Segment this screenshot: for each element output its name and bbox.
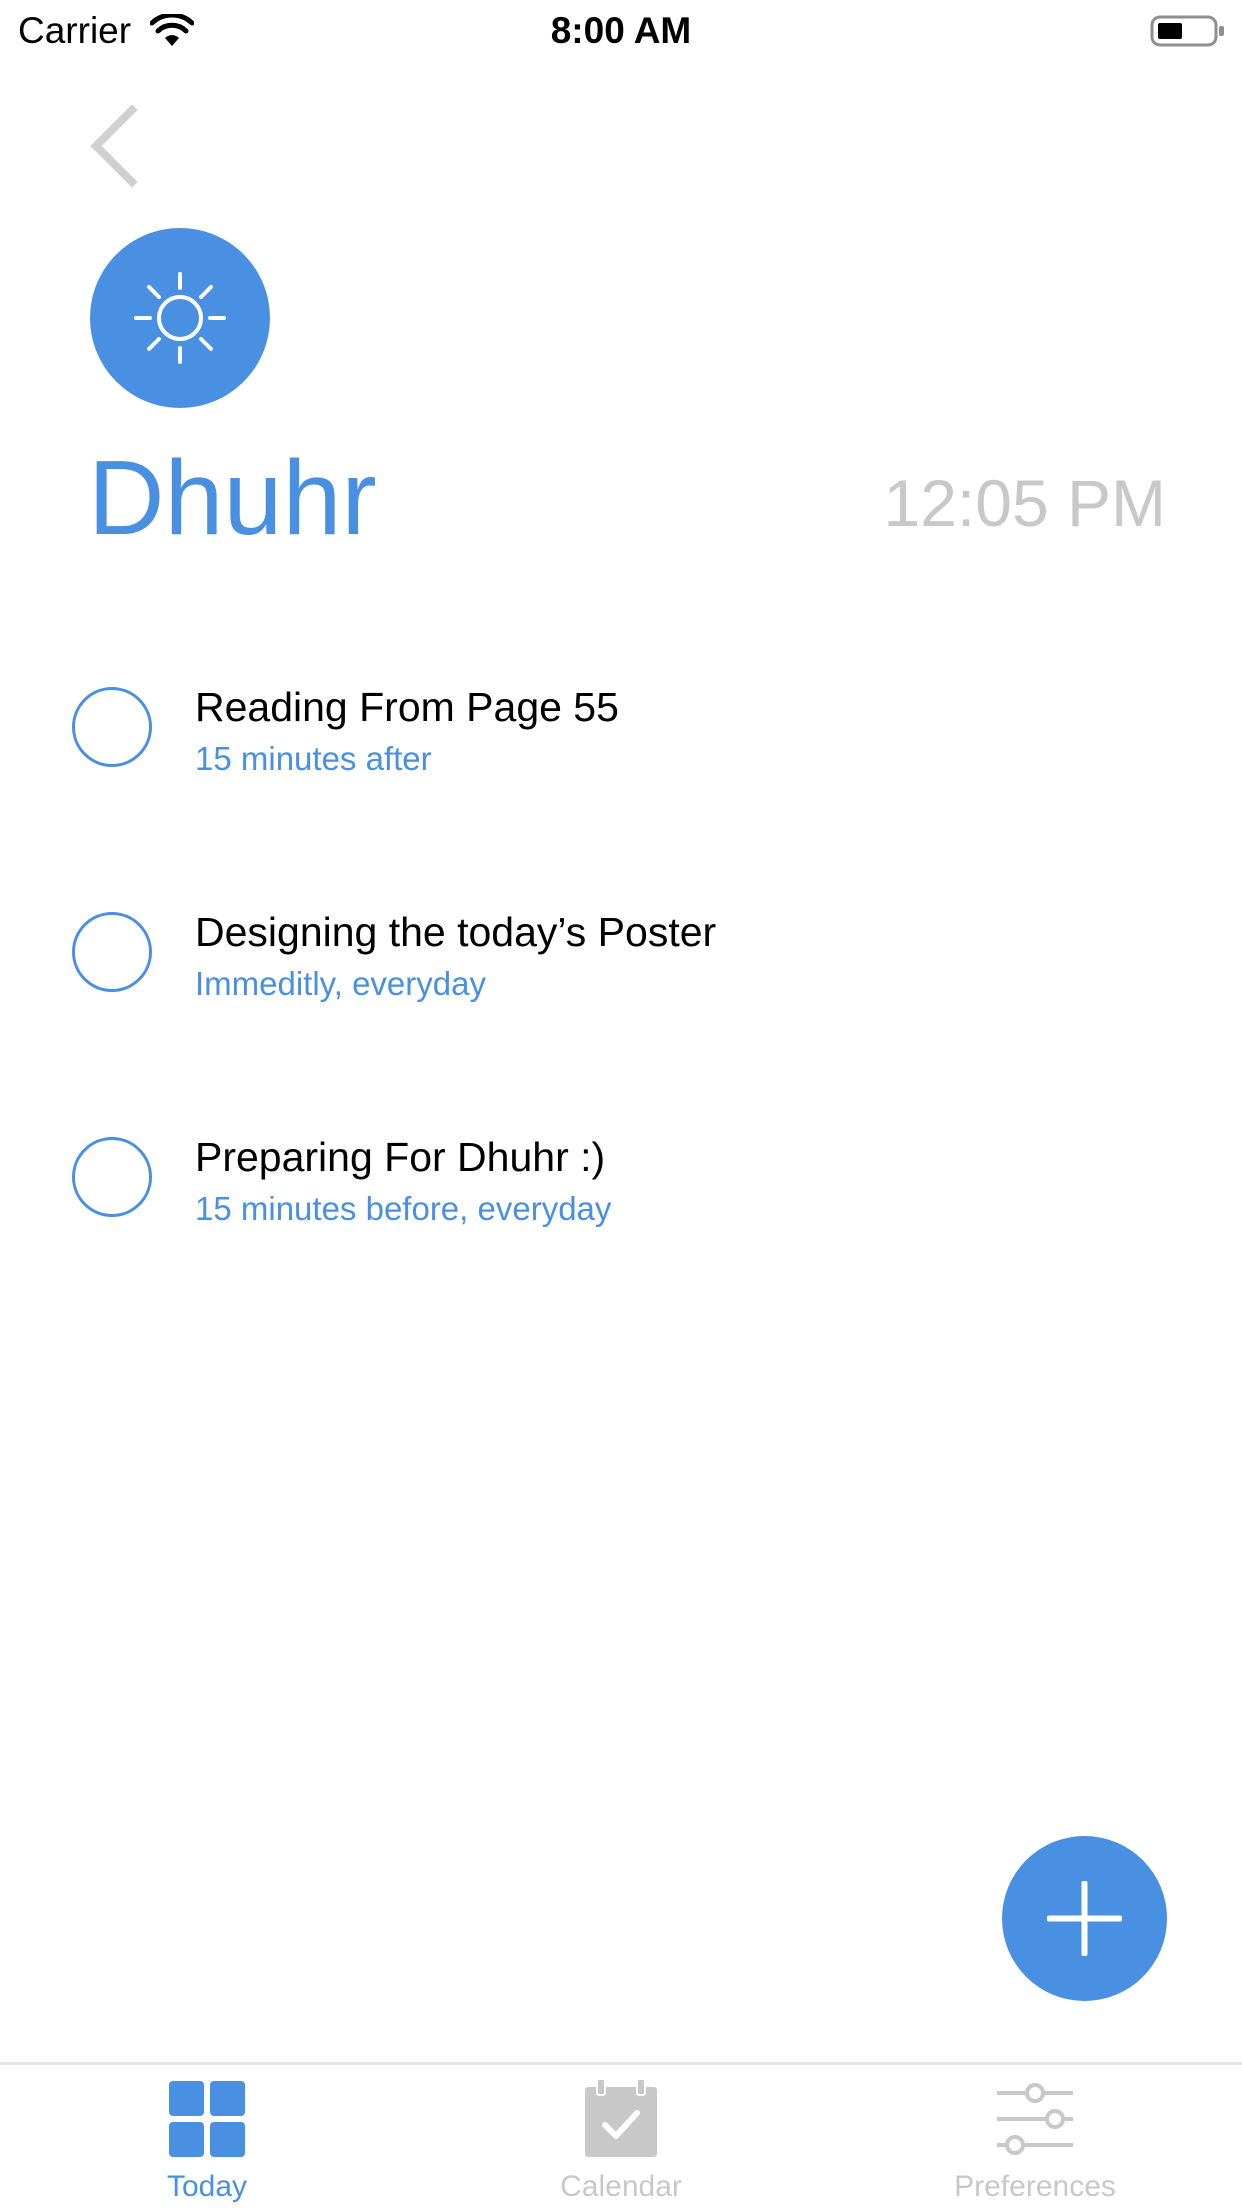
- task-title: Reading From Page 55: [195, 684, 619, 730]
- prayer-name: Dhuhr: [88, 439, 377, 557]
- task-subtitle: 15 minutes after: [195, 740, 432, 777]
- add-task-button[interactable]: [1002, 1836, 1167, 2001]
- back-button[interactable]: [86, 104, 146, 188]
- prayer-icon-badge: [90, 228, 270, 408]
- tab-calendar[interactable]: Calendar: [414, 2065, 828, 2208]
- task-row[interactable]: Designing the today’s Poster Immeditly, …: [0, 890, 1242, 1115]
- task-subtitle: Immeditly, everyday: [195, 965, 486, 1002]
- task-title: Designing the today’s Poster: [195, 909, 717, 955]
- tab-today[interactable]: Today: [0, 2065, 414, 2208]
- status-time: 8:00 AM: [550, 10, 692, 51]
- task-checkbox[interactable]: [72, 687, 152, 767]
- task-checkbox[interactable]: [72, 912, 152, 992]
- task-row[interactable]: Preparing For Dhuhr :) 15 minutes before…: [0, 1115, 1242, 1340]
- screen: Carrier 8:00 AM Dhuhr 12:05 PM Reading F…: [0, 0, 1242, 2208]
- tab-bar: Today Calendar Preferences: [0, 2062, 1242, 2208]
- task-title: Preparing For Dhuhr :): [195, 1134, 606, 1180]
- tab-preferences[interactable]: Preferences: [828, 2065, 1242, 2208]
- battery-icon: [1150, 15, 1224, 47]
- status-bar: Carrier 8:00 AM: [0, 0, 1242, 62]
- tab-calendar-label: Calendar: [560, 2170, 682, 2203]
- grid-icon: [169, 2081, 245, 2157]
- sliders-icon: [997, 2083, 1073, 2155]
- task-list: Reading From Page 55 15 minutes after De…: [0, 665, 1242, 1340]
- task-row[interactable]: Reading From Page 55 15 minutes after: [0, 665, 1242, 890]
- calendar-check-icon: [585, 2079, 657, 2157]
- task-checkbox[interactable]: [72, 1137, 152, 1217]
- tab-preferences-label: Preferences: [954, 2170, 1116, 2203]
- tab-today-label: Today: [166, 2170, 248, 2203]
- sun-icon: [134, 272, 226, 364]
- task-subtitle: 15 minutes before, everyday: [195, 1190, 612, 1227]
- plus-icon: [1047, 1881, 1122, 1956]
- prayer-time: 12:05 PM: [883, 466, 1167, 540]
